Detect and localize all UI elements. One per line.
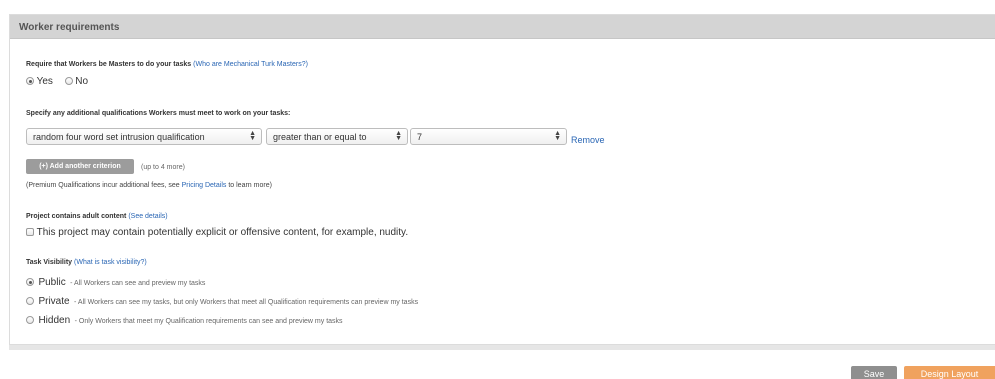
adult-content-checkbox-label: This project may contain potentially exp… [36, 227, 409, 238]
design-layout-button[interactable]: Design Layout [904, 366, 995, 379]
adult-content-checkbox[interactable] [26, 228, 34, 236]
masters-question: Require that Workers be Masters to do yo… [26, 61, 308, 68]
visibility-public-name: Public [38, 277, 66, 288]
visibility-public-desc: - All Workers can see and preview my tas… [70, 280, 206, 287]
panel-title: Worker requirements [10, 15, 995, 39]
premium-note-pre: (Premium Qualifications incur additional… [26, 182, 180, 189]
add-criterion-hint: (up to 4 more) [141, 164, 185, 171]
masters-no-label: No [75, 76, 89, 87]
select-arrows-icon: ▲ ▼ [395, 130, 402, 142]
remove-criterion-link[interactable]: Remove [571, 135, 605, 145]
masters-label: Require that Workers be Masters to do yo… [26, 61, 192, 68]
masters-yes-label: Yes [36, 76, 53, 87]
task-visibility-help-link[interactable]: (What is task visibility?) [74, 259, 147, 266]
visibility-hidden-desc: - Only Workers that meet my Qualificatio… [74, 318, 343, 325]
premium-note: (Premium Qualifications incur additional… [26, 182, 272, 189]
visibility-option-hidden: Hidden - Only Workers that meet my Quali… [26, 310, 343, 328]
threshold-select[interactable]: 7 ▲ ▼ [410, 128, 567, 145]
visibility-private-name: Private [38, 296, 70, 307]
qualification-select[interactable]: random four word set intrusion qualifica… [26, 128, 262, 145]
select-arrows-icon: ▲ ▼ [249, 130, 256, 142]
masters-no-radio[interactable] [64, 77, 73, 85]
task-visibility-question: Task Visibility (What is task visibility… [26, 259, 147, 266]
visibility-hidden-radio[interactable] [26, 316, 34, 324]
qualifications-label: Specify any additional qualifications Wo… [26, 110, 291, 117]
visibility-public-radio[interactable] [26, 278, 34, 286]
qualification-select-value: random four word set intrusion qualifica… [33, 132, 205, 142]
adult-content-option: This project may contain potentially exp… [26, 227, 408, 238]
pricing-details-link[interactable]: Pricing Details [182, 182, 227, 189]
threshold-select-value: 7 [417, 132, 423, 142]
comparator-select[interactable]: greater than or equal to ▲ ▼ [266, 128, 408, 145]
visibility-private-desc: - All Workers can see my tasks, but only… [74, 299, 419, 306]
adult-content-label: Project contains adult content [26, 213, 127, 220]
masters-options: Yes No [26, 76, 88, 87]
add-criterion-button[interactable]: (+) Add another criterion [26, 159, 134, 174]
save-button[interactable]: Save [851, 366, 897, 379]
adult-content-question: Project contains adult content (See deta… [26, 213, 168, 220]
masters-help-link[interactable]: (Who are Mechanical Turk Masters?) [193, 61, 308, 68]
visibility-option-public: Public - All Workers can see and preview… [26, 272, 205, 290]
masters-yes-radio[interactable] [26, 77, 34, 85]
premium-note-post: to learn more) [228, 182, 272, 189]
comparator-select-value: greater than or equal to [273, 132, 367, 142]
adult-see-details-link[interactable]: (See details) [128, 213, 167, 220]
visibility-option-private: Private - All Workers can see my tasks, … [26, 291, 418, 309]
task-visibility-label: Task Visibility [26, 259, 73, 266]
visibility-hidden-name: Hidden [38, 315, 71, 326]
select-arrows-icon: ▲ ▼ [554, 130, 561, 142]
panel-bottom-border [9, 345, 995, 350]
visibility-private-radio[interactable] [26, 297, 34, 305]
